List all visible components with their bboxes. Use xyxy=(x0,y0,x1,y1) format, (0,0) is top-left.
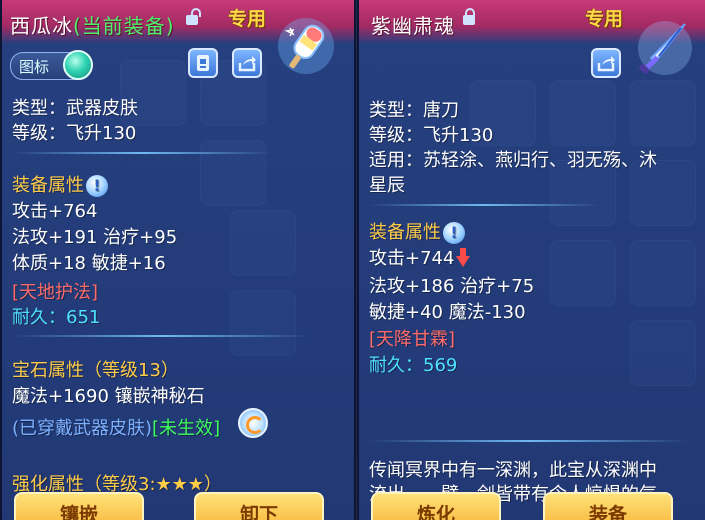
durability-value: 651 xyxy=(66,307,101,328)
level-line: 等级：飞升130 xyxy=(12,123,137,144)
durability-value: 569 xyxy=(423,355,458,376)
refine-button[interactable]: 炼化 xyxy=(371,492,501,520)
info-icon[interactable]: ! xyxy=(443,222,465,244)
popsicle-weapon-icon xyxy=(278,18,334,74)
divider xyxy=(12,335,312,337)
refine-button-label: 炼化 xyxy=(416,504,455,520)
divider xyxy=(369,204,599,206)
skin-status-prefix: (已穿戴武器皮肤) xyxy=(12,418,153,439)
type-line: 类型：唐刀 xyxy=(369,100,459,121)
equip-button-label: 装备 xyxy=(588,504,627,520)
item-title: 西瓜冰(当前装备) xyxy=(10,10,175,39)
attr-value: 攻击+744 xyxy=(369,248,455,269)
attr-line: 攻击+764 xyxy=(12,201,98,222)
item-name: 西瓜冰 xyxy=(10,14,73,38)
icon-toggle-button[interactable]: 图标 xyxy=(10,50,93,80)
type-line: 类型：武器皮肤 xyxy=(12,98,138,119)
gem-section-title: 宝石属性（等级13） xyxy=(12,360,179,381)
durability-line: 耐久：569 xyxy=(369,351,457,377)
share-icon[interactable] xyxy=(232,48,262,78)
card-icon[interactable] xyxy=(188,48,218,78)
attr-section-title: 装备属性! xyxy=(12,171,108,197)
durability-line: 耐久：651 xyxy=(12,303,100,329)
skin-status-line: (已穿戴武器皮肤)[未生效] xyxy=(12,414,220,440)
item-title: 紫幽肃魂 xyxy=(371,14,455,38)
attr-line: 法攻+191 治疗+95 xyxy=(12,227,178,248)
cycle-icon[interactable] xyxy=(238,408,268,438)
level-line: 等级：飞升130 xyxy=(369,125,494,146)
icon-toggle-label: 图标 xyxy=(19,58,50,76)
orb-icon xyxy=(63,50,93,80)
attr-section-title: 装备属性! xyxy=(369,218,465,244)
exclusive-label: 专用 xyxy=(585,8,624,30)
usable-line: 适用：苏轻涂、燕归行、羽无殇、沐 xyxy=(369,150,657,171)
inlay-button[interactable]: 镶嵌 xyxy=(14,492,144,520)
attr-section-label: 装备属性 xyxy=(12,175,84,196)
share-icon[interactable] xyxy=(591,48,621,78)
usable-line: 星辰 xyxy=(369,175,405,196)
equipped-item-tooltip: 西瓜冰(当前装备) 专用 图标 类型：武器皮肤 等级：飞升130 装备属性! 攻… xyxy=(0,0,356,520)
divider xyxy=(369,440,689,442)
unequip-button-label: 卸下 xyxy=(239,504,278,520)
attr-section-label: 装备属性 xyxy=(369,222,441,243)
unequip-button[interactable]: 卸下 xyxy=(194,492,324,520)
attr-line: 法攻+186 治疗+75 xyxy=(369,276,535,297)
exclusive-label: 专用 xyxy=(228,8,267,30)
blade-weapon-icon xyxy=(638,21,692,75)
durability-label: 耐久： xyxy=(369,355,423,376)
divider xyxy=(12,152,272,154)
down-arrow-icon xyxy=(456,247,471,267)
equip-button[interactable]: 装备 xyxy=(543,492,673,520)
lore-line: 传闻冥界中有一深渊，此宝从深渊中 xyxy=(369,460,657,481)
gem-line: 魔法+1690 镶嵌神秘石 xyxy=(12,386,205,407)
attr-line: 敏捷+40 魔法-130 xyxy=(369,302,526,323)
info-icon[interactable]: ! xyxy=(86,175,108,197)
attr-line: 攻击+744 xyxy=(369,244,471,270)
unlock-icon[interactable] xyxy=(186,8,201,25)
special-effect: [天地护法] xyxy=(12,282,99,303)
durability-label: 耐久： xyxy=(12,307,66,328)
skin-status-suffix: [未生效] xyxy=(152,418,221,439)
lock-icon[interactable] xyxy=(463,8,475,25)
compare-item-tooltip: 紫幽肃魂 专用 类型：唐刀 等级：飞升130 适用：苏轻涂、燕归行、羽无殇、沐 … xyxy=(357,0,705,520)
special-effect: [天降甘霖] xyxy=(369,329,456,350)
inlay-button-label: 镶嵌 xyxy=(59,504,98,520)
equipped-status: (当前装备) xyxy=(73,14,175,38)
attr-line: 体质+18 敏捷+16 xyxy=(12,253,166,274)
